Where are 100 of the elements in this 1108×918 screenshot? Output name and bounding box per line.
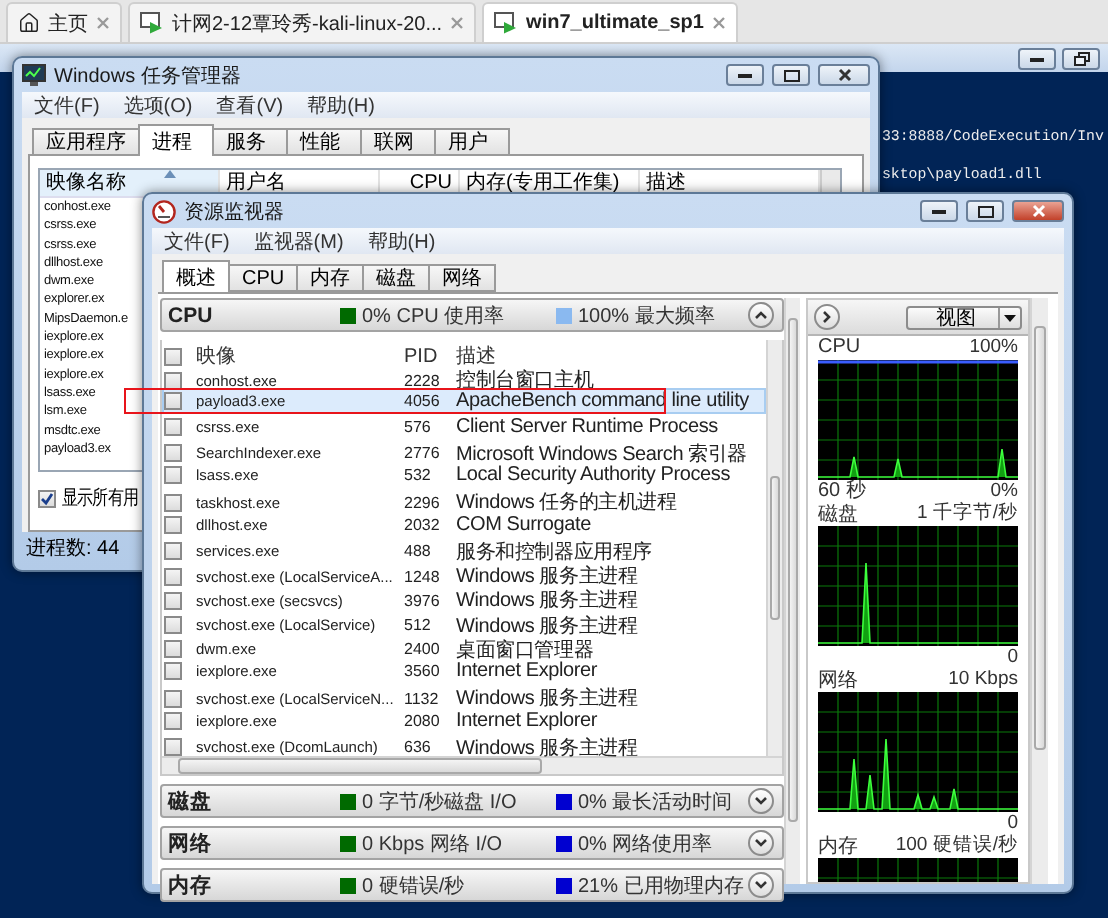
tab[interactable]: 概述 — [162, 260, 230, 292]
chevron-down-icon — [754, 838, 768, 848]
table-cell-text: Windows 服务主进程 — [454, 735, 640, 762]
column-header[interactable]: 映像 — [192, 342, 400, 370]
checkbox[interactable] — [164, 689, 182, 708]
maximize-icon — [783, 69, 799, 81]
chevron-button[interactable] — [748, 830, 774, 856]
table-cell-text: 3560 — [402, 662, 442, 680]
checkbox[interactable] — [164, 662, 182, 680]
caret-icon — [998, 307, 1020, 327]
browser-tab[interactable]: win7_ultimate_sp1 — [482, 2, 738, 42]
chevron-button[interactable] — [748, 788, 774, 814]
tab[interactable]: 联网 — [360, 128, 436, 156]
menu-item[interactable]: 查看(V) — [216, 91, 284, 119]
graph-title: CPU — [818, 336, 861, 359]
section-header[interactable]: 内存 0 硬错误/秒 21% 已用物理内存 — [160, 868, 784, 902]
scrollbar[interactable] — [1030, 298, 1048, 884]
column-header[interactable]: 映像名称 — [40, 170, 220, 196]
checkbox[interactable] — [164, 417, 182, 435]
close-icon[interactable] — [96, 16, 110, 30]
browser-tab[interactable]: 计网2-12覃玲秀-kali-linux-20... — [128, 2, 477, 42]
close-icon[interactable] — [711, 16, 726, 30]
chevron-down-icon — [754, 796, 768, 806]
restore-button[interactable] — [1062, 47, 1100, 69]
menu-item[interactable]: 文件(F) — [34, 91, 100, 119]
gauge-icon — [152, 199, 176, 223]
minimize-button[interactable] — [1018, 47, 1056, 69]
tab[interactable]: 网络 — [428, 264, 497, 292]
tab[interactable]: 性能 — [286, 128, 362, 156]
table-cell-text: Windows 服务主进程 — [454, 613, 640, 639]
table-cell-text: 636 — [402, 738, 433, 757]
chevron-button[interactable] — [748, 302, 774, 328]
chevron-button[interactable] — [748, 872, 774, 898]
restore-icon — [1073, 51, 1089, 65]
tab[interactable]: 进程 — [138, 124, 214, 156]
checkbox-label: 显示所有用 — [62, 485, 138, 512]
browser-tab[interactable]: 主页 — [6, 2, 122, 42]
home-icon — [18, 12, 40, 34]
close-icon[interactable] — [450, 16, 465, 30]
section-header[interactable]: CPU 0% CPU 使用率 100% 最大频率 — [160, 298, 784, 332]
close-button[interactable] — [818, 64, 870, 86]
menu-item[interactable]: 选项(O) — [123, 91, 193, 119]
tab[interactable]: 磁盘 — [362, 264, 431, 292]
scrollbar[interactable] — [162, 756, 782, 774]
view-button[interactable]: 视图 — [906, 305, 1022, 329]
checkbox[interactable] — [164, 347, 182, 365]
maximize-button[interactable] — [966, 200, 1004, 222]
table-cell-text: 488 — [402, 542, 433, 561]
close-button[interactable] — [1012, 200, 1064, 222]
menu-item[interactable]: 监视器(M) — [253, 227, 344, 255]
checkbox[interactable] — [164, 515, 182, 533]
scrollbar[interactable] — [766, 340, 782, 756]
table-cell-text: 2400 — [402, 640, 442, 659]
table-cell-text: COM Surrogate — [454, 513, 593, 535]
chevron-button[interactable] — [814, 304, 840, 330]
column-header[interactable]: PID — [400, 345, 452, 367]
checkbox[interactable] — [164, 616, 182, 634]
status-text: 进程数: 44 — [26, 535, 120, 561]
tab[interactable]: 应用程序 — [32, 128, 140, 156]
graph-axis-label: 0 — [1007, 811, 1018, 834]
checkbox[interactable] — [38, 489, 56, 507]
checkbox[interactable] — [164, 444, 182, 463]
scrollbar[interactable] — [784, 298, 800, 884]
checkbox[interactable] — [164, 392, 182, 411]
table-cell-text: 3976 — [402, 591, 442, 610]
legend-text: 0% 最长活动时间 — [578, 789, 733, 815]
vm-icon — [494, 12, 519, 34]
legend-text: 0% CPU 使用率 — [362, 303, 505, 329]
tab[interactable]: 服务 — [212, 128, 288, 156]
minimize-icon — [932, 208, 946, 214]
section-header[interactable]: 网络 0 Kbps 网络 I/O 0% 网络使用率 — [160, 826, 784, 860]
checkbox[interactable] — [164, 738, 182, 757]
column-header[interactable]: 描述 — [452, 342, 764, 370]
checkbox[interactable] — [164, 371, 182, 389]
table-cell-text: Internet Explorer — [454, 660, 600, 682]
checkbox[interactable] — [164, 493, 182, 512]
section-title: CPU — [168, 303, 215, 327]
table-cell-text: Windows 任务的主机进程 — [454, 489, 679, 516]
menu-item[interactable]: 文件(F) — [164, 227, 230, 255]
minimize-icon — [738, 72, 752, 78]
table-cell-text: 桌面窗口管理器 — [454, 637, 594, 662]
minimize-button[interactable] — [920, 200, 958, 222]
checkbox[interactable] — [164, 711, 182, 729]
tab[interactable]: 内存 — [296, 264, 365, 292]
minimize-button[interactable] — [726, 64, 764, 86]
checkbox[interactable] — [164, 466, 182, 484]
tab[interactable]: 用户 — [434, 128, 510, 156]
legend-text: 0 Kbps 网络 I/O — [362, 831, 503, 857]
checkbox[interactable] — [164, 640, 182, 659]
menu-item[interactable]: 帮助(H) — [367, 227, 436, 255]
checkbox[interactable] — [164, 567, 182, 585]
section-header[interactable]: 磁盘 0 字节/秒磁盘 I/O 0% 最长活动时间 — [160, 784, 784, 818]
table-cell-text: Windows 服务主进程 — [454, 587, 640, 615]
legend-text: 0 硬错误/秒 — [362, 873, 465, 899]
checkbox[interactable] — [164, 591, 182, 610]
table-cell-text: 1132 — [402, 689, 441, 708]
checkbox[interactable] — [164, 542, 182, 561]
maximize-button[interactable] — [772, 64, 810, 86]
tab[interactable]: CPU — [228, 264, 299, 292]
menu-item[interactable]: 帮助(H) — [307, 91, 375, 119]
